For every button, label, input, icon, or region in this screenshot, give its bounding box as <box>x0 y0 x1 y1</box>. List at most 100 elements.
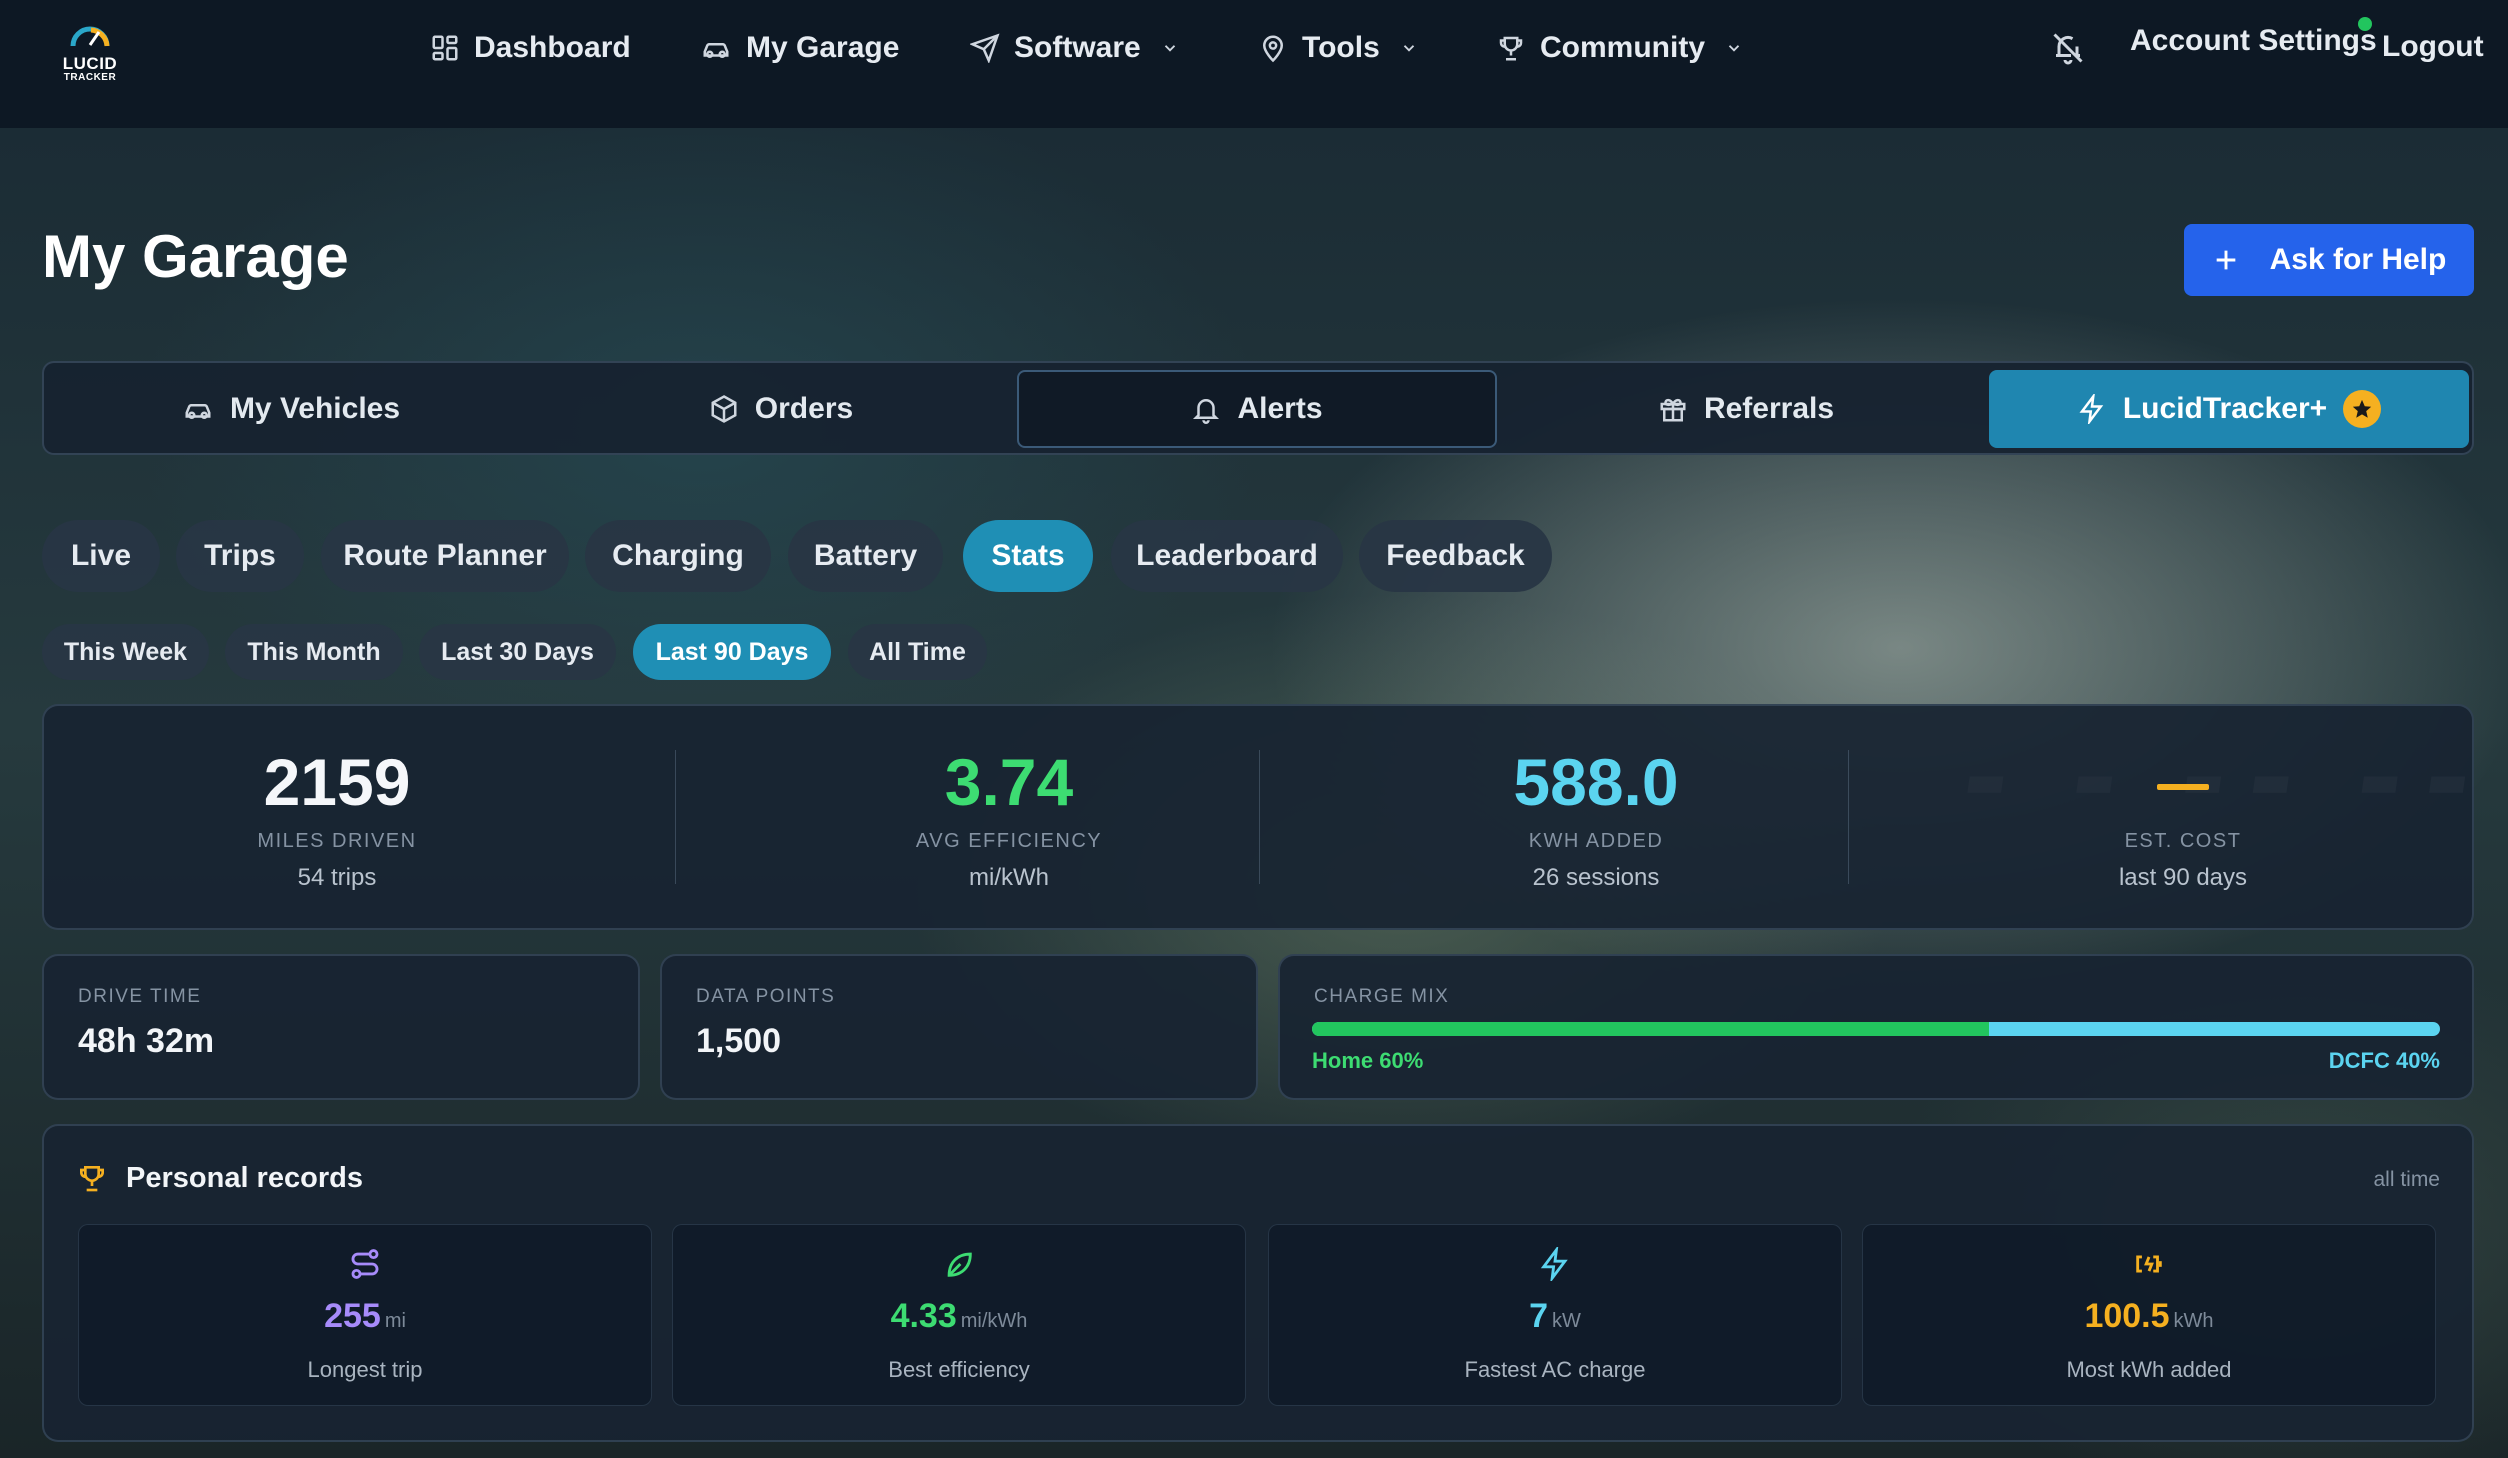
avg-efficiency-label: AVG EFFICIENCY <box>915 830 1103 852</box>
package-icon <box>711 395 737 423</box>
stat-miles-driven: 2159 MILES DRIVEN 54 trips <box>44 706 630 928</box>
online-status-dot <box>2358 17 2372 31</box>
subtab-battery[interactable]: Battery <box>788 520 943 592</box>
lightning-icon <box>2079 394 2104 424</box>
subtab-route-planner[interactable]: Route Planner <box>321 520 569 592</box>
subtab-trips[interactable]: Trips <box>176 520 304 592</box>
gift-icon <box>1660 398 1686 422</box>
trip-count: 54 trips <box>297 864 377 891</box>
tab-alerts[interactable]: Alerts <box>1017 370 1497 448</box>
charge-mix-home-label: Home 60% <box>1312 1048 1424 1073</box>
tab-my-vehicles[interactable]: My Vehicles <box>51 370 531 448</box>
data-points-card: DATA POINTS 1,500 <box>660 954 1258 1100</box>
gauge-icon <box>70 26 110 47</box>
top-navigation: LUCID TRACKER Dashboard My Garage Softwa… <box>0 0 2508 128</box>
est-cost-empty-dash <box>2157 784 2209 790</box>
record-fastest-ac-charge-unit: kW <box>1552 1310 1581 1332</box>
plus-icon <box>2216 250 2235 270</box>
subtab-live[interactable]: Live <box>42 520 160 592</box>
record-fastest-ac-charge-value-wrap: 7 kW <box>1269 1297 1841 1336</box>
record-best-efficiency-label: Best efficiency <box>888 1357 1030 1382</box>
stat-kwh-added: 588.0 KWH ADDED 26 sessions <box>1303 706 1889 928</box>
nav-community[interactable]: Community <box>1496 24 1743 72</box>
tab-lucidtracker-plus[interactable]: LucidTracker+ <box>1989 370 2469 448</box>
nav-my-garage-label: My Garage <box>746 31 900 64</box>
record-fastest-ac-charge-label: Fastest AC charge <box>1464 1357 1646 1382</box>
lightning-icon <box>1540 1247 1568 1281</box>
car-icon <box>185 403 211 419</box>
leaf-icon <box>947 1252 972 1277</box>
range-this-month[interactable]: This Month <box>225 624 403 680</box>
miles-driven-value: 2159 <box>263 745 411 819</box>
trophy-icon <box>1499 36 1523 61</box>
tab-referrals[interactable]: Referrals <box>1506 370 1986 448</box>
kwh-added-label: KWH ADDED <box>1528 830 1664 852</box>
record-most-kwh-added-value-wrap: 100.5 kWh <box>1863 1297 2435 1336</box>
record-longest-trip-label: Longest trip <box>307 1357 423 1382</box>
account-settings-link[interactable]: Account Settings <box>2130 24 2377 58</box>
nav-software[interactable]: Software <box>970 24 1179 72</box>
ask-for-help-button[interactable]: Ask for Help <box>2184 224 2474 296</box>
efficiency-unit: mi/kWh <box>969 864 1049 891</box>
nav-dashboard-label: Dashboard <box>474 31 631 64</box>
battery-charging-icon <box>2136 1255 2162 1273</box>
notifications-button[interactable] <box>2050 30 2086 71</box>
nav-dashboard[interactable]: Dashboard <box>430 24 631 72</box>
avg-efficiency-value: 3.74 <box>944 745 1074 819</box>
session-count: 26 sessions <box>1532 864 1660 891</box>
record-most-kwh-added: 100.5 kWh Most kWh added <box>1862 1224 2436 1406</box>
drive-time-value: 48h 32m <box>78 1022 215 1060</box>
range-this-week[interactable]: This Week <box>42 624 209 680</box>
drive-time-card: DRIVE TIME 48h 32m <box>42 954 640 1100</box>
grid-icon <box>432 35 458 61</box>
record-best-efficiency-value-wrap: 4.33 mi/kWh <box>673 1297 1245 1336</box>
nav-software-label: Software <box>1014 31 1141 64</box>
tab-orders-label: Orders <box>754 392 854 425</box>
record-fastest-ac-charge-value: 7 <box>1529 1297 1549 1335</box>
record-most-kwh-added-value: 100.5 <box>2084 1297 2170 1335</box>
drive-time-label: DRIVE TIME <box>78 986 202 1007</box>
logo-subtext: TRACKER <box>63 72 117 83</box>
nav-community-label: Community <box>1540 31 1705 64</box>
record-best-efficiency: 4.33 mi/kWh Best efficiency <box>672 1224 1246 1406</box>
main-tab-bar: My Vehicles Orders Alerts Referrals Luci… <box>42 361 2474 455</box>
subtab-feedback[interactable]: Feedback <box>1359 520 1552 592</box>
page-title: My Garage <box>42 223 349 290</box>
est-cost-period: last 90 days <box>2118 864 2248 891</box>
record-most-kwh-added-unit: kWh <box>2173 1310 2214 1332</box>
app-logo[interactable]: LUCID TRACKER <box>58 14 122 84</box>
bell-icon <box>1193 399 1220 424</box>
subtab-charging[interactable]: Charging <box>585 520 771 592</box>
subtab-leaderboard[interactable]: Leaderboard <box>1111 520 1343 592</box>
summary-stats-card: 2159 MILES DRIVEN 54 trips 3.74 AVG EFFI… <box>42 704 2474 930</box>
data-points-value: 1,500 <box>696 1022 782 1060</box>
subtab-stats[interactable]: Stats <box>963 520 1093 592</box>
tab-orders[interactable]: Orders <box>541 370 1021 448</box>
miles-driven-label: MILES DRIVEN <box>257 830 417 852</box>
record-fastest-ac-charge: 7 kW Fastest AC charge <box>1268 1224 1842 1406</box>
charge-mix-home-fill <box>1312 1022 1989 1036</box>
ask-for-help-label: Ask for Help <box>2269 243 2447 276</box>
charge-mix-bar <box>1312 1022 2440 1036</box>
record-best-efficiency-unit: mi/kWh <box>960 1310 1028 1332</box>
stat-divider <box>1259 750 1260 884</box>
est-cost-label: EST. COST <box>2124 830 2242 852</box>
send-icon <box>970 33 1000 63</box>
charge-mix-card: CHARGE MIX Home 60% DCFC 40% <box>1278 954 2474 1100</box>
range-last-30-days[interactable]: Last 30 Days <box>419 624 616 680</box>
map-pin-icon <box>1262 35 1284 63</box>
chevron-down-icon <box>1403 45 1414 52</box>
stat-avg-efficiency: 3.74 AVG EFFICIENCY mi/kWh <box>716 706 1302 928</box>
bell-off-icon <box>2053 33 2083 65</box>
chevron-down-icon <box>1164 45 1175 52</box>
nav-my-garage[interactable]: My Garage <box>700 24 899 72</box>
nav-tools[interactable]: Tools <box>1258 24 1418 72</box>
charge-mix-dcfc-label: DCFC 40% <box>2328 1048 2440 1073</box>
record-most-kwh-added-label: Most kWh added <box>2066 1357 2232 1382</box>
range-last-90-days[interactable]: Last 90 Days <box>633 624 831 680</box>
range-all-time[interactable]: All Time <box>848 624 987 680</box>
kwh-added-value: 588.0 <box>1513 745 1679 819</box>
logout-link[interactable]: Logout <box>2382 30 2484 64</box>
tab-referrals-label: Referrals <box>1703 392 1835 425</box>
tab-my-vehicles-label: My Vehicles <box>229 392 401 425</box>
